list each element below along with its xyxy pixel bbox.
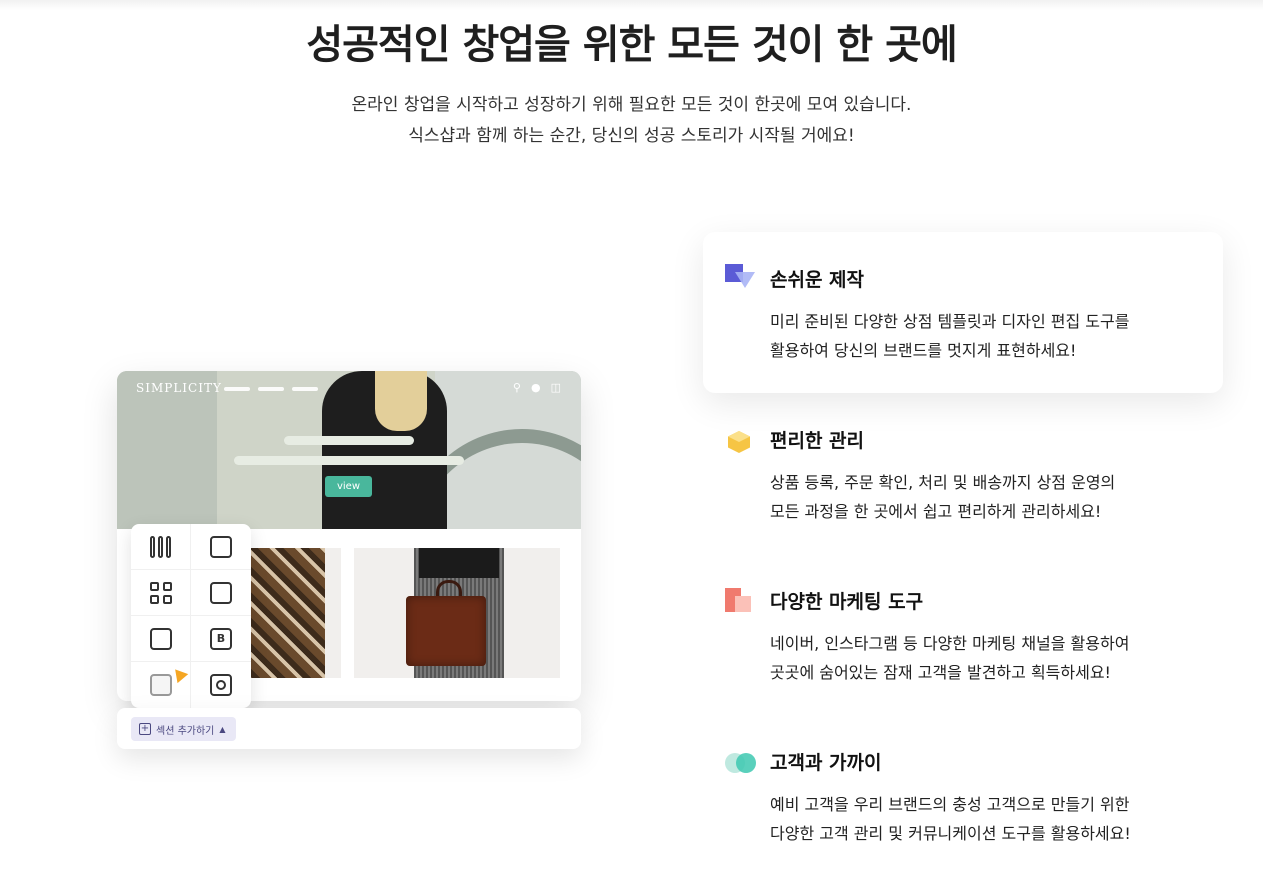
page-title: 성공적인 창업을 위한 모든 것이 한 곳에	[306, 22, 957, 68]
subtitle-line-2: 식스샵과 함께 하는 순간, 당신의 성공 스토리가 시작될 거에요!	[408, 126, 855, 146]
mockup-header-icons: ⚲ ● ◫	[513, 381, 561, 394]
feature-easy-manage[interactable]: 편리한 관리 상품 등록, 주문 확인, 처리 및 배송까지 상점 운영의 모든…	[703, 393, 1223, 554]
top-bar	[0, 0, 1263, 10]
product-image[interactable]	[354, 548, 560, 678]
b-icon: B	[210, 627, 232, 650]
card-icon	[210, 535, 232, 558]
tool-columns[interactable]	[131, 524, 191, 570]
user-icon[interactable]: ●	[531, 381, 541, 394]
layers-icon	[725, 264, 755, 294]
mockup-nav-item[interactable]	[292, 387, 318, 391]
section-toolbox: B	[131, 524, 251, 708]
mockup-nav-item[interactable]	[258, 387, 284, 391]
feature-customers[interactable]: 고객과 가까이 예비 고객을 우리 브랜드의 충성 고객으로 만들기 위한 다양…	[703, 715, 1223, 870]
feature-desc-line: 활용하여 당신의 브랜드를 멋지게 표현하세요!	[770, 341, 1077, 360]
feature-desc: 네이버, 인스타그램 등 다양한 마케팅 채널을 활용하여 곳곳에 숨어있는 잠…	[770, 629, 1210, 687]
bag	[406, 596, 486, 666]
feature-title: 손쉬운 제작	[770, 269, 865, 291]
marketing-icon	[725, 586, 755, 616]
feature-desc-line: 다양한 고객 관리 및 커뮤니케이션 도구를 활용하세요!	[770, 824, 1131, 843]
banner-text-placeholder	[234, 456, 464, 465]
tool-grid[interactable]	[131, 570, 191, 616]
jacket	[419, 548, 499, 578]
search-icon[interactable]: ⚲	[513, 381, 521, 394]
feature-marketing[interactable]: 다양한 마케팅 도구 네이버, 인스타그램 등 다양한 마케팅 채널을 활용하여…	[703, 554, 1223, 715]
box-icon	[725, 425, 755, 455]
feature-desc: 미리 준비된 다양한 상점 템플릿과 디자인 편집 도구를 활용하여 당신의 브…	[770, 307, 1210, 365]
model-hair	[375, 371, 427, 431]
feature-desc-line: 상품 등록, 주문 확인, 처리 및 배송까지 상점 운영의	[770, 473, 1116, 492]
instagram-icon	[210, 674, 232, 696]
tool-instagram[interactable]	[191, 662, 251, 708]
tool-shirt[interactable]	[191, 570, 251, 616]
mockup-logo: SIMPLICITY	[136, 381, 222, 395]
feature-desc-line: 미리 준비된 다양한 상점 템플릿과 디자인 편집 도구를	[770, 312, 1130, 331]
section-add-bar: + 섹션 추가하기 ▲	[117, 708, 581, 749]
mockup-nav-item[interactable]	[224, 387, 250, 391]
banner-title-placeholder	[284, 436, 414, 445]
view-button[interactable]: view	[325, 476, 372, 497]
map-pin-icon	[149, 674, 172, 696]
subtitle-line-1: 온라인 창업을 시작하고 성장하기 위해 필요한 모든 것이 한곳에 모여 있습…	[351, 95, 912, 115]
add-section-button[interactable]: + 섹션 추가하기 ▲	[131, 717, 236, 741]
feature-title: 고객과 가까이	[770, 752, 882, 774]
customers-icon	[725, 747, 756, 777]
cart-icon[interactable]: ◫	[551, 381, 561, 394]
feature-desc-line: 예비 고객을 우리 브랜드의 충성 고객으로 만들기 위한	[770, 795, 1130, 814]
feature-desc-line: 곳곳에 숨어있는 잠재 고객을 발견하고 획득하세요!	[770, 663, 1111, 682]
feature-desc-line: 모든 과정을 한 곳에서 쉽고 편리하게 관리하세요!	[770, 502, 1102, 521]
feature-easy-build[interactable]: 손쉬운 제작 미리 준비된 다양한 상점 템플릿과 디자인 편집 도구를 활용하…	[703, 232, 1223, 393]
mockup-banner: SIMPLICITY ⚲ ● ◫ view	[117, 371, 581, 529]
tool-card[interactable]	[191, 524, 251, 570]
feature-desc: 상품 등록, 주문 확인, 처리 및 배송까지 상점 운영의 모든 과정을 한 …	[770, 468, 1210, 526]
feature-title: 편리한 관리	[770, 430, 865, 452]
caret-up-icon: ▲	[219, 724, 226, 734]
page-subtitle: 온라인 창업을 시작하고 성장하기 위해 필요한 모든 것이 한곳에 모여 있습…	[0, 90, 1263, 152]
tool-text[interactable]: B	[191, 616, 251, 662]
image-icon	[149, 627, 172, 650]
plus-icon: +	[139, 723, 151, 735]
columns-icon	[149, 535, 172, 558]
grid-icon	[149, 581, 172, 604]
feature-title: 다양한 마케팅 도구	[770, 591, 924, 613]
tool-image[interactable]	[131, 616, 191, 662]
feature-desc-line: 네이버, 인스타그램 등 다양한 마케팅 채널을 활용하여	[770, 634, 1130, 653]
feature-desc: 예비 고객을 우리 브랜드의 충성 고객으로 만들기 위한 다양한 고객 관리 …	[770, 790, 1210, 848]
add-section-label: 섹션 추가하기	[156, 725, 215, 737]
shirt-icon	[210, 581, 232, 604]
